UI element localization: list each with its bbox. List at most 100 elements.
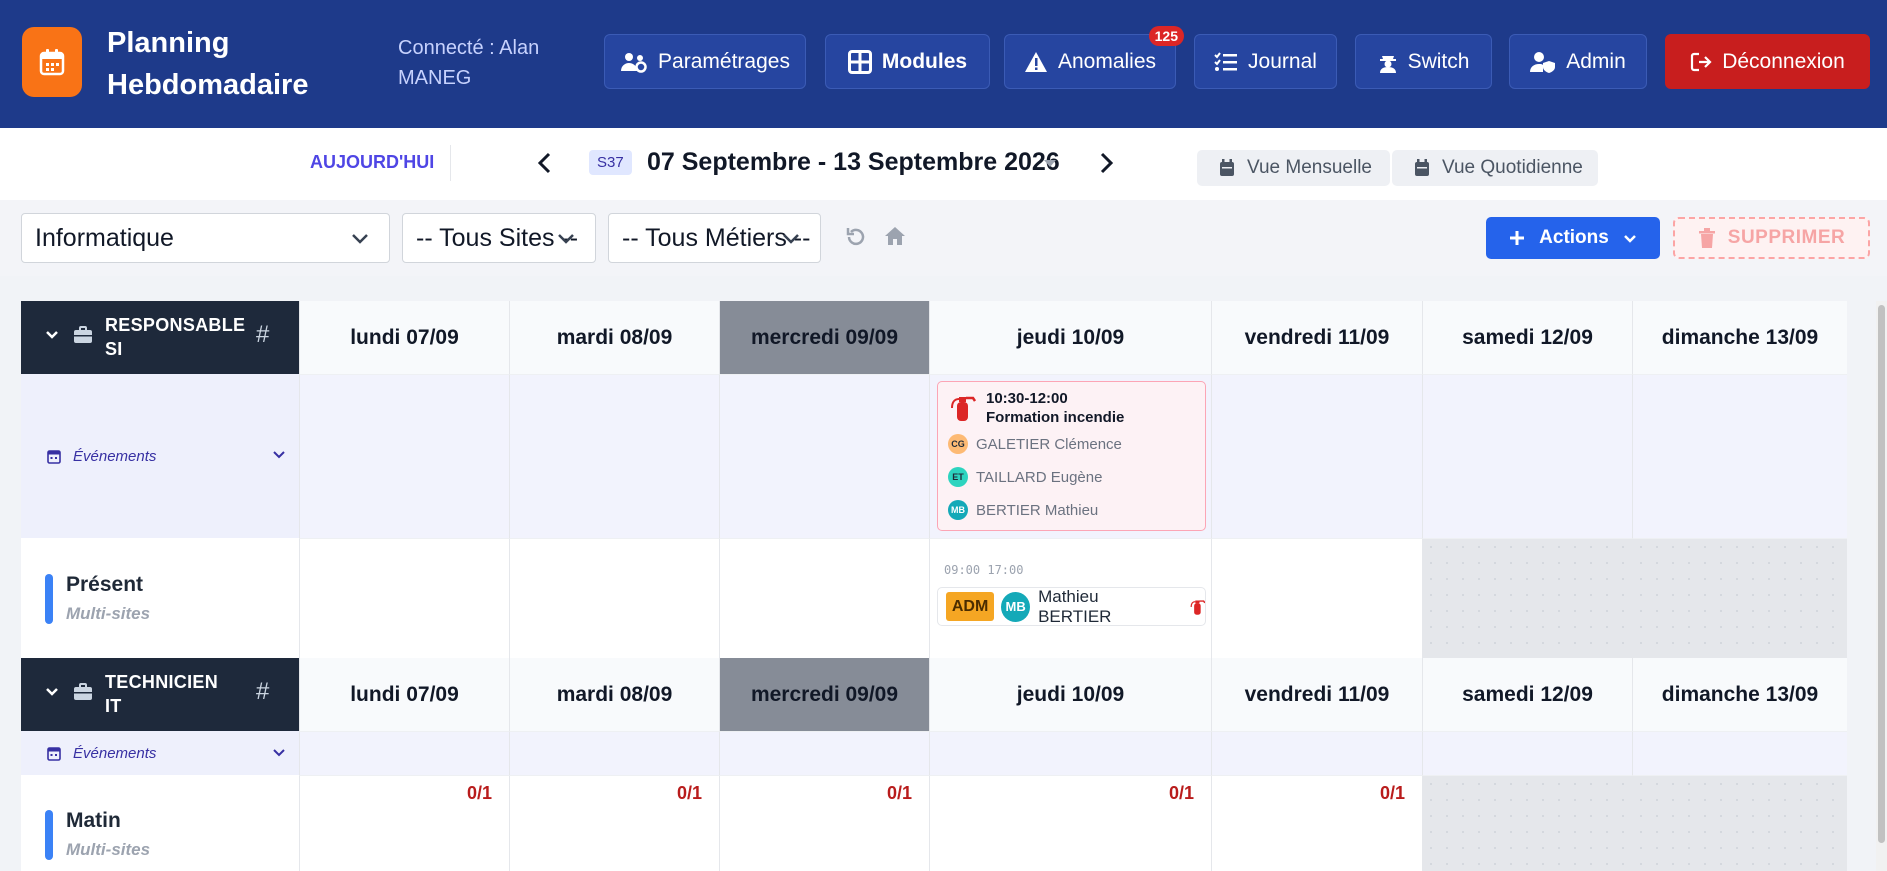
- event-cell[interactable]: [719, 374, 929, 538]
- monthly-view-label: Vue Mensuelle: [1247, 157, 1372, 178]
- section-title-line-2: IT: [105, 696, 122, 716]
- event-cell[interactable]: [1632, 374, 1847, 538]
- logout-button[interactable]: Déconnexion: [1665, 34, 1870, 89]
- caret-down-icon[interactable]: [1044, 160, 1056, 167]
- shift-cell-weekend[interactable]: [1422, 775, 1632, 871]
- shift-cell-weekend[interactable]: [1632, 775, 1847, 871]
- admin-button[interactable]: Admin: [1509, 34, 1647, 89]
- shift-cell[interactable]: [719, 538, 929, 658]
- reset-icon[interactable]: [845, 226, 867, 248]
- page-title: Planning Hebdomadaire: [107, 22, 337, 106]
- day-header: samedi 12/09: [1422, 301, 1632, 374]
- planning-grid: RESPONSABLE SI # lundi 07/09 mardi 08/09…: [21, 301, 1847, 871]
- event-time: 10:30-12:00: [986, 390, 1068, 407]
- day-header: samedi 12/09: [1422, 658, 1632, 731]
- logout-label: Déconnexion: [1722, 49, 1845, 73]
- department-select[interactable]: Informatique: [21, 213, 390, 263]
- scrollbar-thumb[interactable]: [1878, 305, 1885, 843]
- participant[interactable]: MB BERTIER Mathieu: [948, 500, 1098, 520]
- avatar: ET: [948, 467, 968, 487]
- section-header-responsable-si[interactable]: RESPONSABLE SI #: [21, 301, 299, 374]
- event-cell[interactable]: [1211, 374, 1422, 538]
- event-cell[interactable]: [719, 731, 929, 775]
- fire-extinguisher-icon: [1190, 599, 1206, 615]
- event-cell[interactable]: [1632, 731, 1847, 775]
- row-subtitle: Multi-sites: [66, 840, 151, 859]
- event-card-formation[interactable]: 10:30-12:00 Formation incendie CG GALETI…: [937, 381, 1206, 531]
- day-header-today: mercredi 09/09: [719, 301, 929, 374]
- section-title: TECHNICIEN IT: [105, 670, 218, 718]
- daily-view-button[interactable]: Vue Quotidienne: [1392, 150, 1598, 186]
- chevron-right-icon: [1100, 152, 1114, 174]
- participant[interactable]: CG GALETIER Clémence: [948, 434, 1122, 454]
- modules-button[interactable]: Modules: [825, 34, 990, 89]
- settings-label: Paramétrages: [658, 49, 790, 73]
- event-cell[interactable]: [1422, 731, 1632, 775]
- switch-button[interactable]: Switch: [1355, 34, 1492, 89]
- delete-button[interactable]: SUPPRIMER: [1673, 217, 1870, 259]
- avatar: CG: [948, 434, 968, 454]
- participant-name: BERTIER Mathieu: [976, 501, 1099, 519]
- shift-assignment-card[interactable]: ADM MB Mathieu BERTIER: [937, 587, 1206, 626]
- assigned-person-name: Mathieu BERTIER: [1038, 586, 1112, 626]
- jobs-select[interactable]: -- Tous Métiers --: [608, 213, 821, 263]
- events-toggle[interactable]: Événements: [21, 374, 299, 538]
- event-cell[interactable]: [1211, 731, 1422, 775]
- shift-cell-weekend[interactable]: [1632, 538, 1847, 658]
- day-header-today: mercredi 09/09: [719, 658, 929, 731]
- settings-button[interactable]: Paramétrages: [604, 34, 806, 89]
- day-header: jeudi 10/09: [929, 301, 1211, 374]
- shift-cell[interactable]: [1211, 538, 1422, 658]
- anomalies-button[interactable]: Anomalies 125: [1004, 26, 1184, 89]
- hash-icon[interactable]: #: [256, 678, 269, 706]
- week-range-selector[interactable]: 07 Septembre - 13 Septembre 2026: [647, 148, 1060, 177]
- staffing-ratio: 0/1: [1169, 783, 1195, 803]
- row-color-bar: [45, 810, 53, 860]
- previous-week-button[interactable]: [529, 146, 559, 180]
- shift-cell[interactable]: [299, 538, 509, 658]
- title-line-2: Hebdomadaire: [107, 69, 309, 101]
- actions-label: Actions: [1539, 227, 1609, 248]
- briefcase-icon: [74, 326, 92, 343]
- home-icon[interactable]: [884, 226, 906, 246]
- day-header: lundi 07/09: [299, 301, 509, 374]
- monthly-view-button[interactable]: Vue Mensuelle: [1197, 150, 1390, 186]
- users-gear-icon: [621, 52, 647, 73]
- fire-extinguisher-icon: [951, 396, 976, 421]
- participant-name: GALETIER Clémence: [976, 435, 1122, 453]
- day-header: dimanche 13/09: [1632, 658, 1847, 731]
- events-toggle[interactable]: Événements: [21, 731, 299, 775]
- participant[interactable]: ET TAILLARD Eugène: [948, 467, 1102, 487]
- journal-button[interactable]: Journal: [1194, 34, 1337, 89]
- shift-cell-weekend[interactable]: [1422, 538, 1632, 658]
- event-cell[interactable]: [299, 731, 509, 775]
- chevron-left-icon: [537, 152, 551, 174]
- delete-label: SUPPRIMER: [1727, 227, 1846, 248]
- event-cell[interactable]: [509, 374, 719, 538]
- next-week-button[interactable]: [1092, 146, 1122, 180]
- day-header: mardi 08/09: [509, 658, 719, 731]
- week-number-badge: S37: [589, 150, 632, 175]
- section-title-line-1: TECHNICIEN: [105, 672, 219, 692]
- shift-cell[interactable]: [509, 538, 719, 658]
- sites-select[interactable]: -- Tous Sites --: [402, 213, 596, 263]
- calendar-icon: [47, 449, 61, 464]
- trash-icon: [1698, 228, 1715, 248]
- section-header-technicien-it[interactable]: TECHNICIEN IT #: [21, 658, 299, 731]
- actions-dropdown-button[interactable]: Actions: [1486, 217, 1660, 259]
- vertical-scrollbar[interactable]: [1876, 301, 1887, 871]
- briefcase-icon: [74, 683, 92, 700]
- row-subtitle: Multi-sites: [66, 604, 151, 623]
- event-cell[interactable]: [299, 374, 509, 538]
- today-button[interactable]: AUJOURD'HUI: [310, 152, 434, 173]
- role-tag: ADM: [946, 592, 995, 621]
- event-cell[interactable]: [1422, 374, 1632, 538]
- row-label-present: Présent Multi-sites: [21, 538, 299, 658]
- hash-icon[interactable]: #: [256, 321, 269, 349]
- admin-label: Admin: [1566, 49, 1626, 73]
- staffing-ratio: 0/1: [677, 783, 703, 803]
- event-cell[interactable]: [509, 731, 719, 775]
- day-header: lundi 07/09: [299, 658, 509, 731]
- section-title-line-2: SI: [105, 339, 123, 359]
- event-cell[interactable]: [929, 731, 1211, 775]
